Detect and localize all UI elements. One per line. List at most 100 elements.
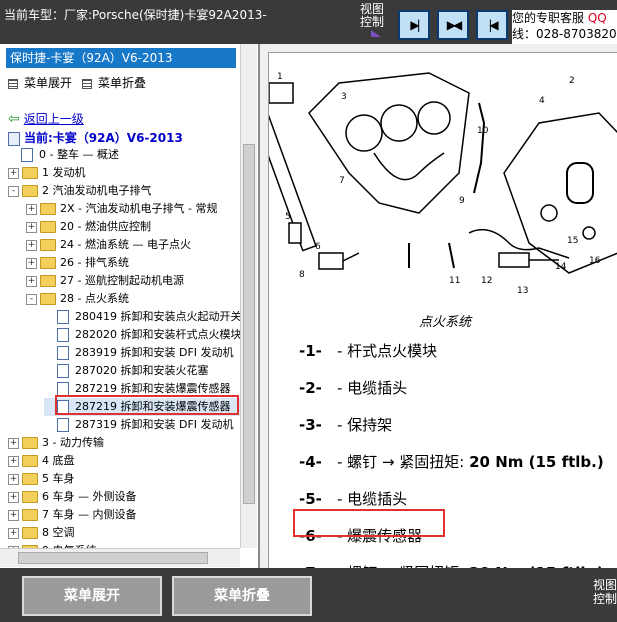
document-icon [57, 346, 69, 360]
tree-item[interactable]: 287319 拆卸和安装 DFI 发动机 [44, 416, 240, 434]
expand-toggle-icon[interactable]: + [26, 257, 37, 269]
expand-toggle-icon[interactable]: + [8, 455, 19, 467]
tree-item[interactable]: +3 - 动力传输 [8, 434, 240, 452]
tree-item[interactable]: 280419 拆卸和安装点火起动开关 [44, 308, 240, 326]
document-icon [21, 148, 33, 162]
menu-expand-button[interactable]: 菜单展开 [8, 74, 72, 91]
folder-icon [22, 185, 38, 197]
part-number: -4- [299, 453, 322, 471]
tree-item[interactable]: 283919 拆卸和安装 DFI 发动机 [44, 344, 240, 362]
folder-icon [40, 221, 56, 233]
tree-item[interactable]: +2X - 汽油发动机电子排气 - 常规 [26, 200, 240, 218]
tree-item-label: 287319 拆卸和安装 DFI 发动机 [75, 418, 234, 431]
tree-item-label: 4 底盘 [42, 454, 75, 467]
footer-collapse-button[interactable]: 菜单折叠 [172, 576, 312, 616]
part-item: -3- - 保持架 [299, 414, 392, 435]
expand-toggle-icon[interactable]: + [8, 167, 19, 179]
tree-item[interactable]: +4 底盘 [8, 452, 240, 470]
scrollbar-thumb[interactable] [243, 144, 255, 504]
menu-expand-label: 菜单展开 [24, 76, 73, 90]
tree-item[interactable]: +20 - 燃油供应控制 [26, 218, 240, 236]
bolt-shape-2 [448, 242, 455, 269]
tree-item[interactable]: - 2 汽油发动机电子排气 [8, 182, 240, 200]
tree-item[interactable]: +8 空调 [8, 524, 240, 542]
expand-toggle-icon[interactable]: + [26, 239, 37, 251]
menu-collapse-button[interactable]: 菜单折叠 [82, 74, 146, 91]
part-item: -1- - 杆式点火模块 [299, 340, 437, 361]
expand-toggle-icon[interactable]: + [26, 221, 37, 233]
expand-toggle-icon[interactable]: + [26, 203, 37, 215]
footer-view-control-label: 视图控制 [593, 578, 617, 606]
scrollbar-thumb-horizontal[interactable] [18, 552, 208, 564]
tree-item[interactable]: +26 - 排气系统 [26, 254, 240, 272]
diagram-callout-label: 9 [459, 196, 465, 206]
sidebar-horizontal-scrollbar[interactable] [0, 548, 240, 567]
cable-shape [473, 102, 486, 194]
sidebar: 保时捷-卡宴（92A）V6-2013 菜单展开 菜单折叠 ⇦ 返回上一级 当前:卡… [0, 44, 260, 568]
back-link[interactable]: ⇦ 返回上一级 [8, 110, 84, 127]
tree-item[interactable]: 0 - 整车 — 概述 [8, 146, 240, 164]
expand-toggle-icon[interactable]: + [8, 437, 19, 449]
tree-item-label: 287219 拆卸和安装爆震传感器 [75, 382, 231, 395]
current-model-label: 当前车型：厂家:Porsche(保时捷)卡宴92A2013- [4, 8, 267, 22]
tree-item[interactable]: +1 发动机 [8, 164, 240, 182]
nav-last-button[interactable]: ▶| [398, 10, 430, 40]
part-item: -5- - 电缆插头 [299, 488, 407, 509]
nav-first-button[interactable]: |◀ [476, 10, 508, 40]
diagram-callout-label: 5 [285, 212, 291, 222]
part-description: - 电缆插头 [337, 379, 408, 397]
sensor-right-shape [498, 252, 530, 268]
current-node-label: 当前:卡宴（92A）V6-2013 [24, 131, 183, 145]
expand-toggle-icon[interactable]: + [8, 491, 19, 503]
tree-item-label: 28 - 点火系统 [60, 292, 129, 305]
tree-item-label: 2X - 汽油发动机电子排气 - 常规 [60, 202, 218, 215]
tree-item-label: 3 - 动力传输 [42, 436, 104, 449]
folder-icon [22, 527, 38, 539]
diagram-callout-label: 13 [517, 286, 528, 296]
knock-sensor-shape [318, 252, 344, 270]
document-icon [57, 418, 69, 432]
document-icon [57, 364, 69, 378]
tree-item[interactable]: +6 车身 — 外侧设备 [8, 488, 240, 506]
expand-toggle-icon[interactable]: + [8, 473, 19, 485]
tree-item[interactable]: - 28 - 点火系统 [26, 290, 240, 308]
collapse-toggle-icon[interactable]: - [26, 293, 37, 305]
tree-item[interactable]: 282020 拆卸和安装杆式点火模块 [44, 326, 240, 344]
coil-plug-shape [269, 82, 294, 104]
folder-icon [22, 437, 38, 449]
diagram-callout-label: 14 [555, 262, 567, 272]
expand-toggle-icon[interactable]: + [26, 275, 37, 287]
tree-item-label: 283919 拆卸和安装 DFI 发动机 [75, 346, 234, 359]
expand-toggle-icon[interactable]: + [8, 509, 19, 521]
folder-icon [22, 473, 38, 485]
view-control-label: 视图控制 [360, 2, 385, 29]
customer-service-panel: 您的专职客服 QQ 线：028-87038208 [512, 10, 617, 44]
diagram-callout-label: 6 [315, 242, 321, 252]
tree-item-label: 1 发动机 [42, 166, 86, 179]
tree-item[interactable]: +24 - 燃油系统 — 电子点火 [26, 236, 240, 254]
folder-icon [22, 509, 38, 521]
part-item: -2- - 电缆插头 [299, 377, 407, 398]
tree-item[interactable]: +7 车身 — 内侧设备 [8, 506, 240, 524]
tree-item-label: 2 汽油发动机电子排气 [42, 184, 152, 197]
part-description: - 电缆插头 [337, 490, 408, 508]
folder-icon [40, 275, 56, 287]
expand-icon [8, 78, 18, 89]
back-arrow-icon: ⇦ [8, 111, 20, 127]
bottom-bar: 菜单展开 菜单折叠 视图控制 [0, 568, 617, 622]
footer-expand-button[interactable]: 菜单展开 [22, 576, 162, 616]
tree-item-label: 8 空调 [42, 526, 75, 539]
tree-item[interactable]: +5 车身 [8, 470, 240, 488]
tree-item[interactable]: +27 - 巡航控制起动机电源 [26, 272, 240, 290]
collapse-toggle-icon[interactable]: - [8, 185, 19, 197]
tree-item[interactable]: 287020 拆卸和安装火花塞 [44, 362, 240, 380]
current-node: 当前:卡宴（92A）V6-2013 [8, 129, 183, 146]
diagram-callout-label: 8 [299, 270, 305, 280]
nav-split-button[interactable]: ▶◀ [437, 10, 469, 40]
document-icon [57, 382, 69, 396]
expand-toggle-icon[interactable]: + [8, 527, 19, 539]
service-qq-link[interactable]: QQ [588, 11, 607, 25]
document-pane: 1 2 3 4 5 6 7 8 9 10 11 12 13 14 15 16 点火系统 -1- - 杆式点火模块… [260, 44, 617, 569]
sidebar-vertical-scrollbar[interactable] [240, 44, 257, 548]
tree-item-label: 27 - 巡航控制起动机电源 [60, 274, 184, 287]
